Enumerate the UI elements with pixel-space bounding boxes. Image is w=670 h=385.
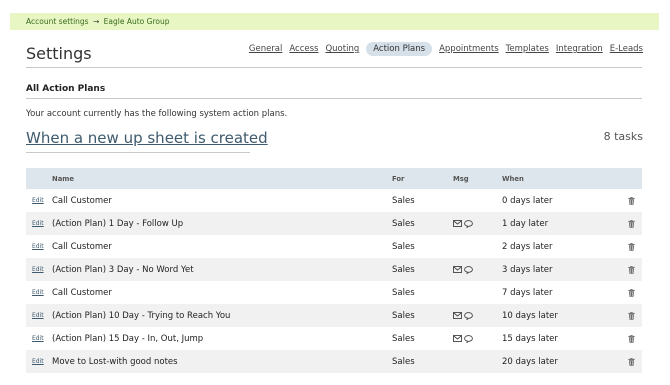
- task-when: 0 days later: [502, 195, 553, 206]
- delete-button[interactable]: [621, 357, 642, 366]
- delete-button[interactable]: [621, 334, 642, 343]
- table-row: Edit (Action Plan) 10 Day - Trying to Rea…: [26, 304, 642, 327]
- page-title: Settings: [26, 44, 92, 63]
- breadcrumb-parent-link[interactable]: Account settings: [26, 17, 89, 26]
- task-for: Sales: [392, 310, 415, 321]
- column-header-for: For: [392, 174, 405, 183]
- header-divider: [26, 67, 642, 68]
- trash-icon: [628, 357, 635, 366]
- delete-button[interactable]: [621, 311, 642, 320]
- trash-icon: [628, 288, 635, 297]
- breadcrumb-separator: →: [92, 17, 100, 26]
- tab-general[interactable]: General: [249, 42, 283, 56]
- envelope-icon: [453, 266, 462, 273]
- delete-button[interactable]: [621, 265, 642, 274]
- task-name: (Action Plan) 3 Day - No Word Yet: [52, 264, 194, 275]
- task-name: Call Customer: [52, 195, 112, 206]
- trash-icon: [628, 334, 635, 343]
- tab-quoting[interactable]: Quoting: [325, 42, 359, 56]
- task-for: Sales: [392, 264, 415, 275]
- task-when: 15 days later: [502, 333, 558, 344]
- edit-link[interactable]: Edit: [26, 220, 52, 227]
- task-for: Sales: [392, 333, 415, 344]
- settings-nav: General Access Quoting Action Plans Appointm…: [242, 42, 643, 56]
- tab-templates[interactable]: Templates: [506, 42, 549, 56]
- breadcrumb: Account settings → Eagle Auto Group: [10, 13, 659, 30]
- table-header: Name For Msg When: [26, 168, 642, 189]
- task-name: (Action Plan) 15 Day - In, Out, Jump: [52, 333, 204, 344]
- trash-icon: [628, 242, 635, 251]
- task-when: 2 days later: [502, 241, 553, 252]
- breadcrumb-current[interactable]: Eagle Auto Group: [104, 17, 170, 26]
- task-name: Move to Lost-with good notes: [52, 356, 178, 367]
- table-body: Edit Call Customer Sales 0 days later Edit (A…: [26, 189, 642, 373]
- envelope-icon: [453, 312, 462, 319]
- task-for: Sales: [392, 356, 415, 367]
- table-row: Edit (Action Plan) 15 Day - In, Out, Jump…: [26, 327, 642, 350]
- table-row: Edit (Action Plan) 1 Day - Follow Up Sales…: [26, 212, 642, 235]
- task-name: (Action Plan) 10 Day - Trying to Reach Y…: [52, 310, 231, 321]
- action-plan-tasks-table: Name For Msg When Edit Call Customer Sales…: [26, 168, 642, 373]
- intro-text: Your account currently has the following…: [26, 109, 288, 119]
- trash-icon: [628, 196, 635, 205]
- edit-link[interactable]: Edit: [26, 289, 52, 296]
- task-when: 1 day later: [502, 218, 549, 229]
- column-header-name: Name: [52, 174, 74, 183]
- task-when: 3 days later: [502, 264, 553, 275]
- task-for: Sales: [392, 241, 415, 252]
- section-divider: [26, 98, 642, 99]
- delete-button[interactable]: [621, 196, 642, 205]
- tab-e-leads[interactable]: E-Leads: [610, 42, 643, 56]
- task-msg: [453, 219, 502, 228]
- trash-icon: [628, 311, 635, 320]
- edit-link[interactable]: Edit: [26, 266, 52, 273]
- edit-link[interactable]: Edit: [26, 358, 52, 365]
- task-name: Call Customer: [52, 241, 112, 252]
- tab-action-plans[interactable]: Action Plans: [366, 42, 433, 56]
- edit-link[interactable]: Edit: [26, 243, 52, 250]
- envelope-icon: [453, 220, 462, 227]
- edit-link[interactable]: Edit: [26, 335, 52, 342]
- task-name: Call Customer: [52, 287, 112, 298]
- table-row: Edit (Action Plan) 3 Day - No Word Yet Sal…: [26, 258, 642, 281]
- column-header-msg: Msg: [453, 174, 469, 183]
- trash-icon: [628, 265, 635, 274]
- delete-button[interactable]: [621, 219, 642, 228]
- edit-link[interactable]: Edit: [26, 312, 52, 319]
- task-when: 20 days later: [502, 356, 558, 367]
- task-for: Sales: [392, 218, 415, 229]
- task-for: Sales: [392, 195, 415, 206]
- column-header-when: When: [502, 174, 524, 183]
- task-msg: [453, 265, 502, 274]
- chat-bubble-icon: [464, 219, 473, 228]
- edit-link[interactable]: Edit: [26, 197, 52, 204]
- chat-bubble-icon: [464, 334, 473, 343]
- table-row: Edit Call Customer Sales 7 days later: [26, 281, 642, 304]
- tab-appointments[interactable]: Appointments: [439, 42, 499, 56]
- tab-access[interactable]: Access: [289, 42, 318, 56]
- delete-button[interactable]: [621, 242, 642, 251]
- task-msg: [453, 311, 502, 320]
- trash-icon: [628, 219, 635, 228]
- table-row: Edit Call Customer Sales 2 days later: [26, 235, 642, 258]
- task-when: 7 days later: [502, 287, 553, 298]
- task-count: 8 tasks: [603, 130, 643, 143]
- delete-button[interactable]: [621, 288, 642, 297]
- chat-bubble-icon: [464, 265, 473, 274]
- task-name: (Action Plan) 1 Day - Follow Up: [52, 218, 184, 229]
- task-for: Sales: [392, 287, 415, 298]
- table-row: Edit Call Customer Sales 0 days later: [26, 189, 642, 212]
- task-msg: [453, 334, 502, 343]
- table-row: Edit Move to Lost-with good notes Sales 20 …: [26, 350, 642, 373]
- action-plan-title-link[interactable]: When a new up sheet is created: [26, 129, 268, 147]
- section-title: All Action Plans: [26, 84, 106, 94]
- chat-bubble-icon: [464, 311, 473, 320]
- plan-title-divider: [26, 152, 250, 153]
- envelope-icon: [453, 335, 462, 342]
- task-when: 10 days later: [502, 310, 558, 321]
- tab-integration[interactable]: Integration: [556, 42, 603, 56]
